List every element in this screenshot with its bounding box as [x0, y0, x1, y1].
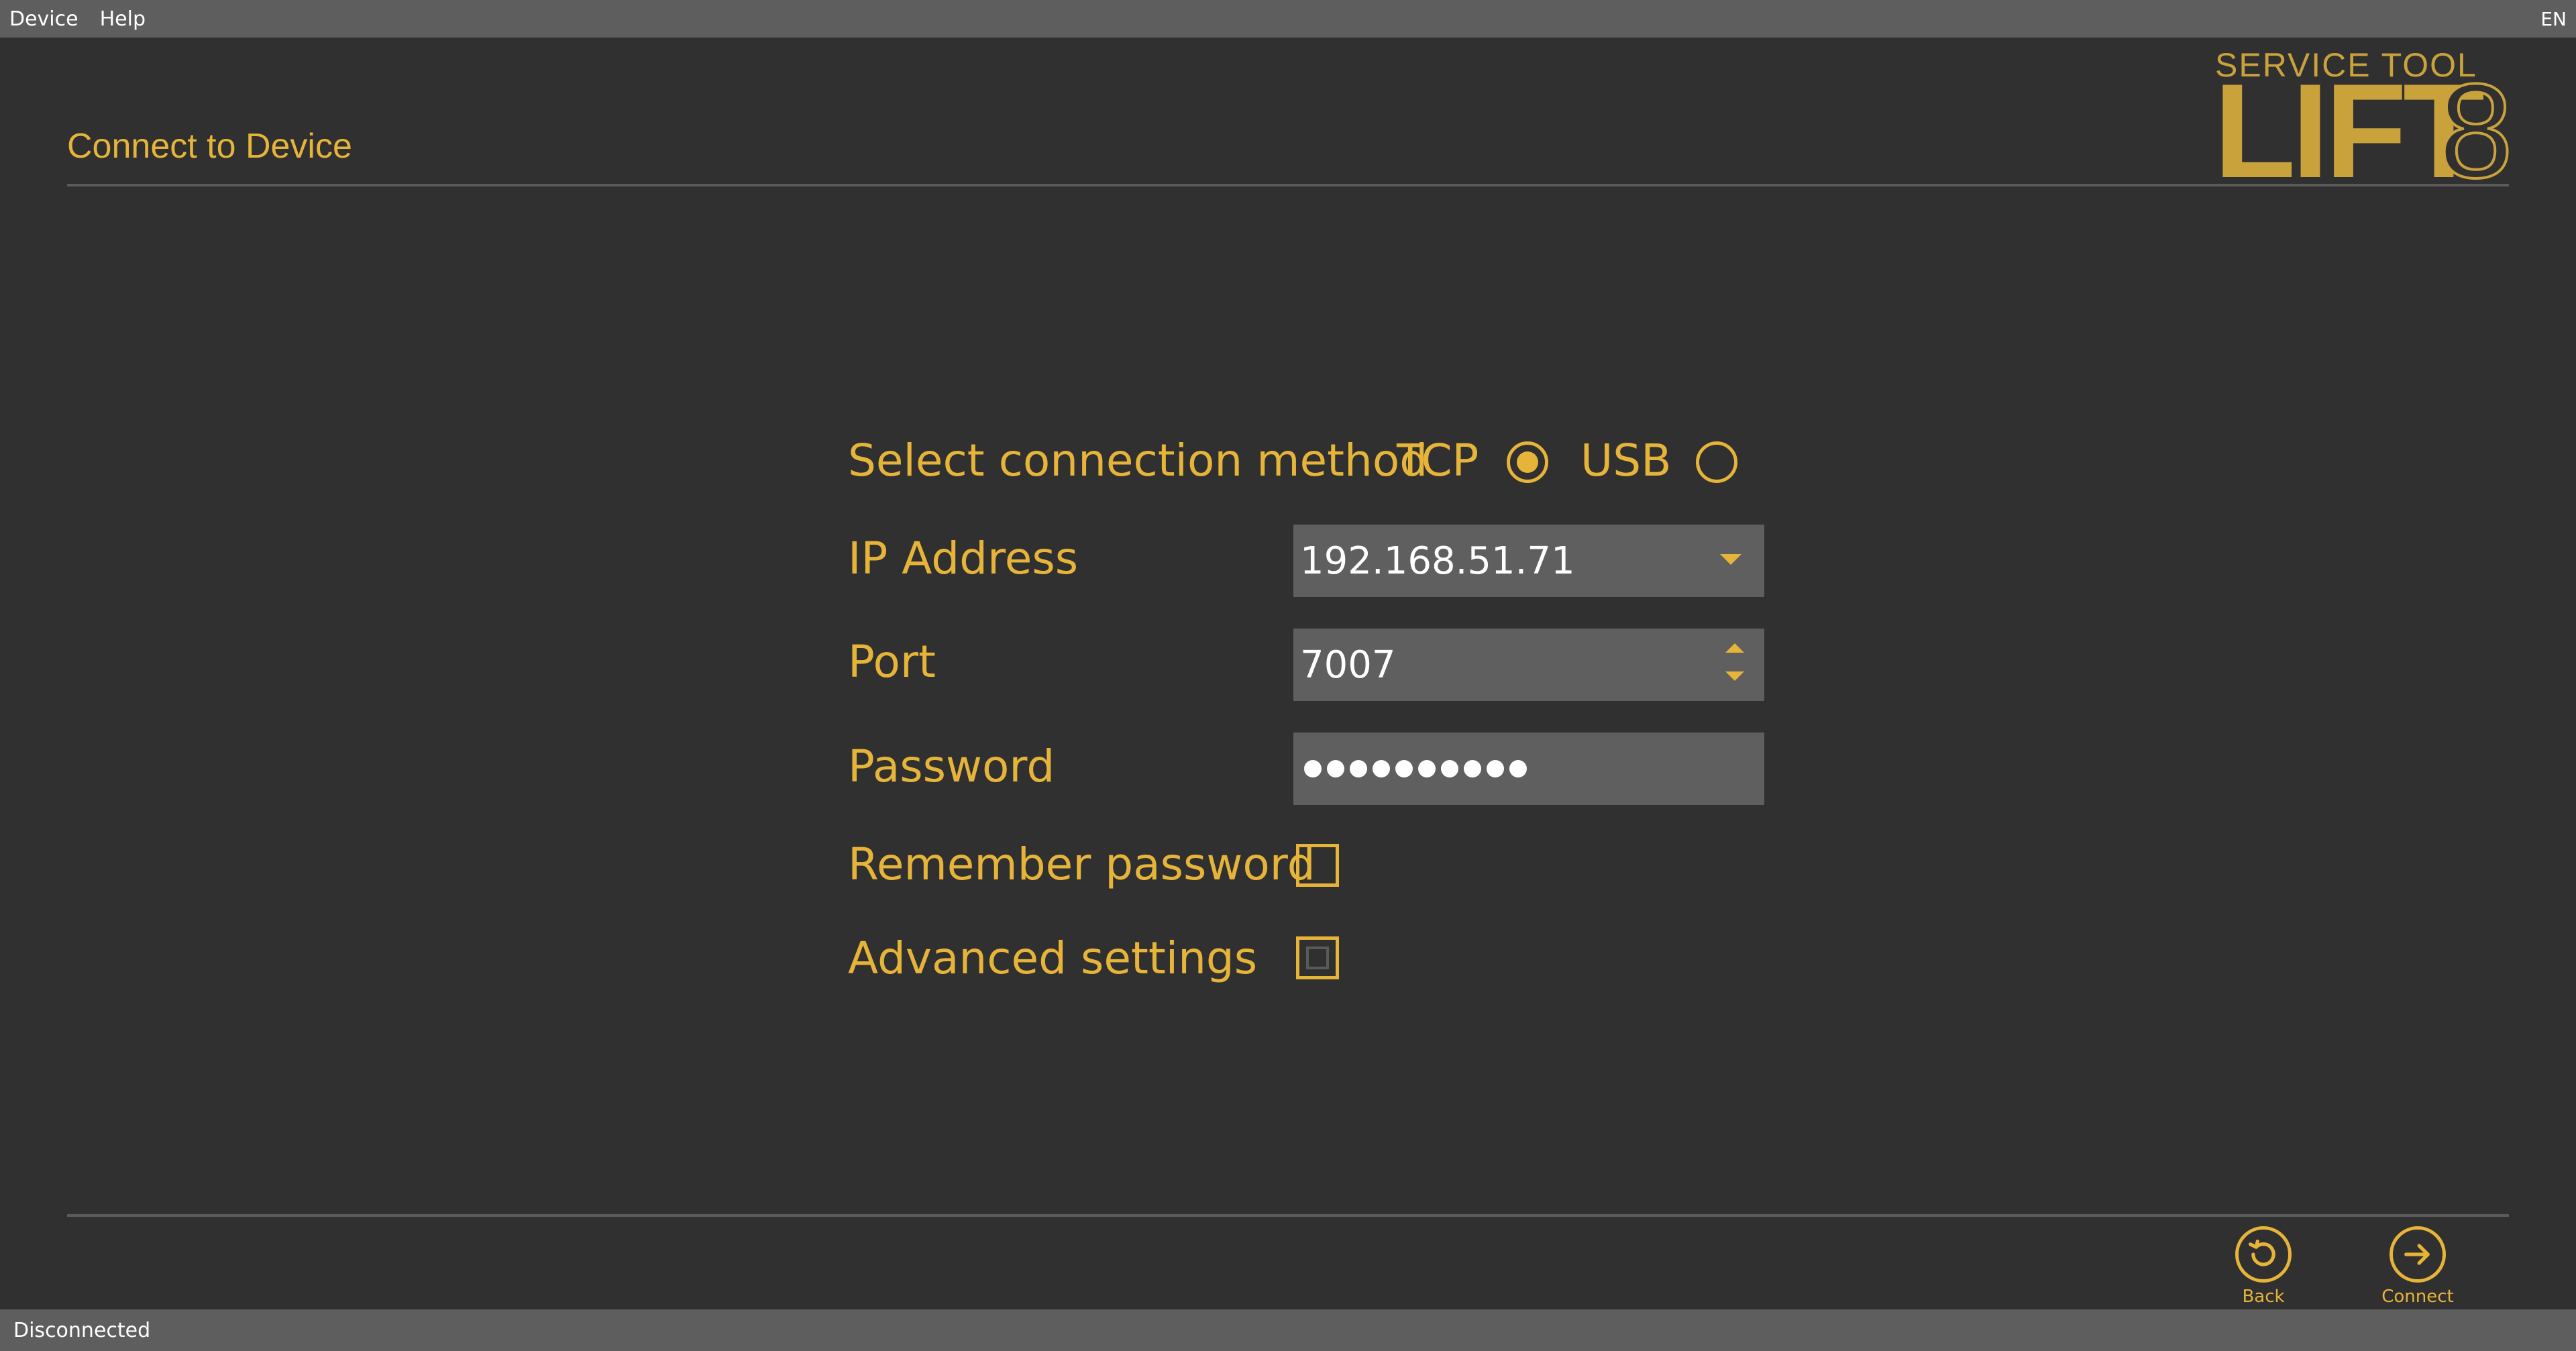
- password-dot: [1464, 760, 1481, 777]
- password-dot: [1327, 760, 1344, 777]
- usb-option-label[interactable]: USB: [1580, 435, 1671, 486]
- remember-password-label: Remember password: [848, 839, 1316, 890]
- connect-label: Connect: [2381, 1287, 2454, 1307]
- checkbox-focus-indicator: [1306, 947, 1329, 969]
- port-value: 7007: [1300, 643, 1396, 687]
- usb-radio[interactable]: [1696, 441, 1737, 483]
- app-logo: SERVICE TOOL LIFT 8: [2214, 46, 2514, 200]
- menu-bar: Device Help EN: [0, 0, 2576, 38]
- header-divider: [67, 184, 2509, 186]
- tcp-option-label[interactable]: TCP: [1397, 435, 1479, 486]
- connection-method-label: Select connection method: [848, 435, 1428, 486]
- undo-icon: [2235, 1226, 2292, 1283]
- password-mask: [1300, 760, 1532, 777]
- ip-address-value: 192.168.51.71: [1300, 539, 1575, 583]
- tcp-radio[interactable]: [1507, 441, 1548, 483]
- radio-selected-dot: [1517, 451, 1538, 473]
- password-dot: [1373, 760, 1390, 777]
- ip-address-combobox[interactable]: 192.168.51.71: [1293, 525, 1764, 597]
- password-dot: [1418, 760, 1436, 777]
- arrow-right-icon: [2390, 1226, 2446, 1283]
- password-dot: [1350, 760, 1367, 777]
- password-dot: [1304, 760, 1322, 777]
- connect-button[interactable]: Connect: [2371, 1226, 2465, 1307]
- password-field[interactable]: [1293, 733, 1764, 805]
- menu-device[interactable]: Device: [9, 7, 78, 31]
- status-bar: Disconnected: [0, 1309, 2576, 1351]
- port-stepper[interactable]: 7007: [1293, 629, 1764, 701]
- password-label: Password: [848, 741, 1055, 792]
- password-dot: [1395, 760, 1413, 777]
- remember-password-checkbox[interactable]: [1296, 844, 1339, 887]
- password-dot: [1487, 760, 1504, 777]
- connection-status: Disconnected: [13, 1318, 151, 1342]
- spin-down-icon[interactable]: [1725, 671, 1744, 681]
- logo-digit: 8: [2437, 56, 2514, 206]
- password-dot: [1441, 760, 1458, 777]
- page-title: Connect to Device: [67, 127, 352, 166]
- chevron-down-icon[interactable]: [1720, 554, 1741, 565]
- language-selector[interactable]: EN: [2540, 0, 2567, 38]
- back-label: Back: [2242, 1287, 2285, 1307]
- advanced-settings-label: Advanced settings: [848, 932, 1258, 984]
- advanced-settings-checkbox[interactable]: [1296, 936, 1339, 979]
- back-button[interactable]: Back: [2216, 1226, 2310, 1307]
- ip-address-label: IP Address: [848, 533, 1079, 584]
- footer-divider: [67, 1214, 2509, 1217]
- port-label: Port: [848, 636, 936, 688]
- spin-up-icon[interactable]: [1725, 643, 1744, 653]
- menu-help[interactable]: Help: [100, 7, 146, 31]
- password-dot: [1509, 760, 1527, 777]
